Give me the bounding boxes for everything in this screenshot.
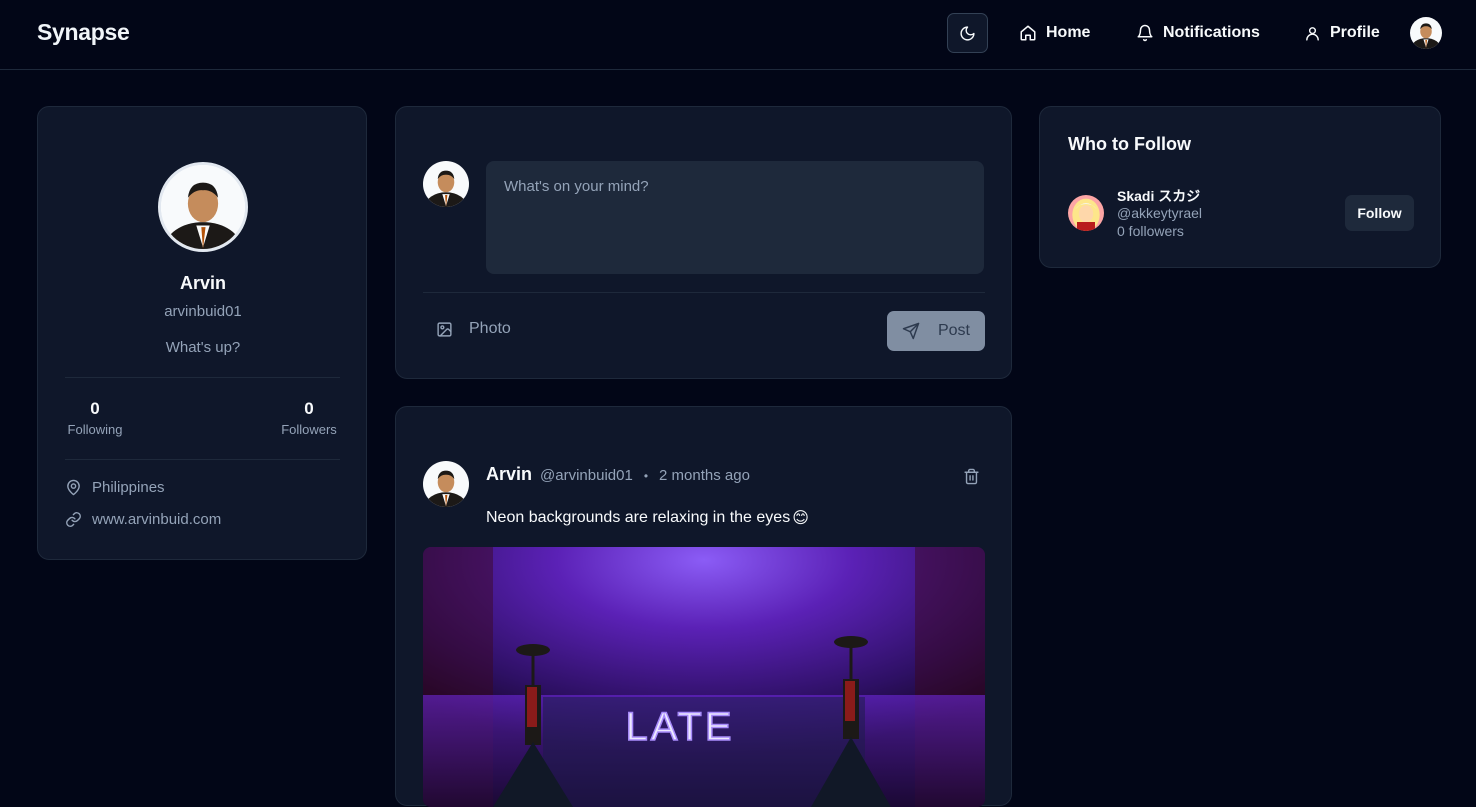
brand-logo[interactable]: Synapse	[37, 19, 130, 46]
theme-toggle-button[interactable]	[947, 13, 988, 53]
post-meta-separator: •	[643, 469, 649, 483]
nav-profile-link[interactable]: Profile	[1304, 22, 1380, 44]
neon-sign-photo: LATE	[423, 547, 985, 807]
profile-avatar[interactable]	[158, 162, 248, 252]
submit-post-label: Post	[937, 322, 970, 339]
nav-profile-label: Profile	[1330, 24, 1380, 41]
link-icon	[66, 512, 81, 527]
avatar-image	[1410, 17, 1442, 49]
home-icon	[1020, 25, 1036, 41]
who-to-follow-card: Who to Follow Skadi スカジ @akkeytyrael 0 f…	[1039, 106, 1441, 268]
nav-home-link[interactable]: Home	[1019, 22, 1090, 44]
user-avatar-menu[interactable]	[1410, 17, 1442, 49]
delete-post-button[interactable]	[963, 468, 980, 490]
post-timestamp: 2 months ago	[659, 467, 750, 484]
post-body-text: Neon backgrounds are relaxing in the eye…	[486, 509, 791, 526]
user-icon	[1306, 26, 1319, 41]
feed-post: Arvin @arvinbuid01 • 2 months ago Neon b…	[395, 406, 1012, 807]
following-stat[interactable]: 0 Following	[65, 399, 125, 437]
profile-avatar-image	[161, 165, 245, 249]
post-composer: Photo Post	[395, 106, 1012, 379]
suggestion-avatar[interactable]	[1068, 195, 1104, 231]
bell-icon	[1137, 24, 1153, 42]
post-author-name[interactable]: Arvin	[486, 464, 532, 485]
post-body: Neon backgrounds are relaxing in the eye…	[486, 508, 809, 528]
following-label: Following	[67, 422, 123, 437]
post-author-avatar[interactable]	[423, 461, 469, 507]
suggestion-avatar-image	[1068, 195, 1104, 231]
followers-label: Followers	[281, 422, 337, 437]
trash-icon	[964, 468, 979, 485]
post-header: Arvin @arvinbuid01 • 2 months ago	[486, 464, 750, 485]
followers-count: 0	[304, 399, 314, 418]
profile-name: Arvin	[179, 273, 226, 293]
profile-website[interactable]: www.arvinbuid.com	[65, 511, 221, 528]
post-text-input[interactable]	[486, 161, 984, 274]
add-photo-button[interactable]: Photo	[436, 320, 511, 338]
submit-post-button[interactable]: Post	[887, 311, 985, 351]
composer-avatar-image	[423, 161, 469, 207]
post-author-handle[interactable]: @arvinbuid01	[540, 467, 633, 484]
profile-location: Philippines	[65, 479, 165, 496]
image-icon	[437, 321, 452, 337]
smile-emoji-icon: 😊	[792, 510, 809, 527]
post-image[interactable]: LATE	[423, 547, 985, 807]
neon-sign-text: LATE	[625, 705, 734, 749]
suggestion-followers: 0 followers	[1117, 223, 1184, 239]
composer-avatar	[423, 161, 469, 207]
add-photo-label: Photo	[469, 320, 511, 337]
profile-bio: What's up?	[165, 339, 241, 356]
profile-divider-bottom	[65, 459, 340, 460]
nav-notifications-label: Notifications	[1163, 24, 1260, 41]
map-pin-icon	[67, 479, 80, 496]
top-navbar: Synapse Home Notifications Profile	[0, 0, 1476, 70]
profile-divider-top	[65, 377, 340, 378]
nav-home-label: Home	[1046, 24, 1091, 41]
suggestion-handle: @akkeytyrael	[1117, 205, 1203, 221]
who-to-follow-title: Who to Follow	[1068, 134, 1191, 154]
follow-button[interactable]: Follow	[1345, 195, 1414, 231]
send-icon	[902, 322, 920, 340]
moon-icon	[960, 25, 975, 41]
profile-handle: arvinbuid01	[164, 303, 242, 320]
following-count: 0	[90, 399, 100, 418]
profile-card: Arvin arvinbuid01 What's up? 0 Following…	[37, 106, 367, 560]
post-author-avatar-image	[423, 461, 469, 507]
profile-location-text: Philippines	[92, 479, 165, 496]
followers-stat[interactable]: 0 Followers	[278, 399, 340, 437]
nav-notifications-link[interactable]: Notifications	[1136, 22, 1260, 44]
composer-divider	[423, 292, 985, 293]
profile-website-link[interactable]: www.arvinbuid.com	[92, 511, 221, 528]
suggestion-name[interactable]: Skadi スカジ	[1117, 186, 1200, 206]
